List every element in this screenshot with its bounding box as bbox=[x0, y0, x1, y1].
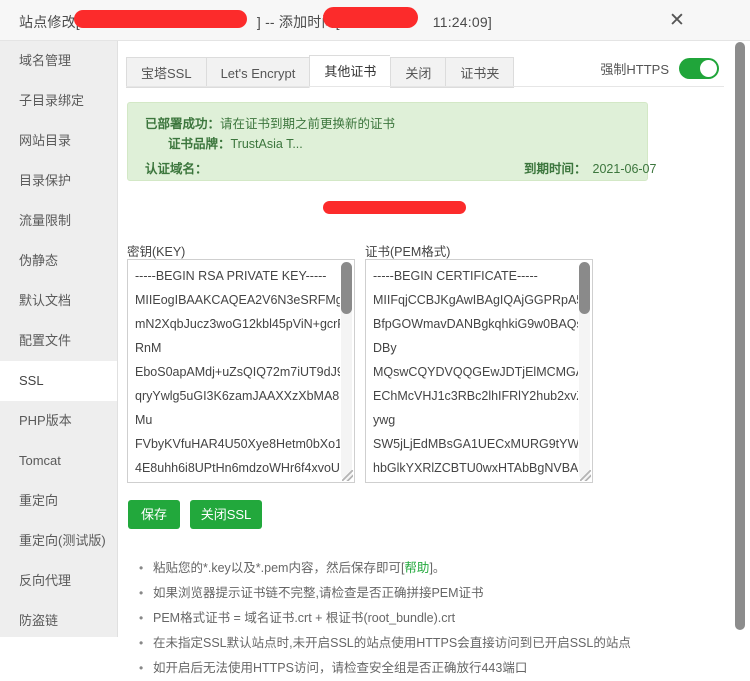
sidebar-item-sitedir[interactable]: 网站目录 bbox=[0, 121, 117, 161]
list-item: PEM格式证书 = 域名证书.crt + 根证书(root_bundle).cr… bbox=[139, 606, 743, 631]
scrollbar-thumb[interactable] bbox=[735, 42, 745, 630]
tabs-underline bbox=[126, 86, 724, 87]
ssl-tabstrip: 宝塔SSL Let's Encrypt 其他证书 关闭 证书夹 bbox=[126, 55, 515, 88]
close-ssl-button[interactable]: 关闭SSL bbox=[190, 500, 262, 529]
sidebar-item-subdir[interactable]: 子目录绑定 bbox=[0, 81, 117, 121]
sidebar-item-traffic-limit[interactable]: 流量限制 bbox=[0, 201, 117, 241]
key-textarea-value: -----BEGIN RSA PRIVATE KEY----- MIIEogIB… bbox=[135, 269, 340, 475]
tab-bt-ssl[interactable]: 宝塔SSL bbox=[126, 57, 206, 88]
sidebar-item-ssl[interactable]: SSL bbox=[0, 361, 117, 401]
tab-cert-folder[interactable]: 证书夹 bbox=[445, 57, 515, 88]
tabs-row: 宝塔SSL Let's Encrypt 其他证书 关闭 证书夹 强制HTTPS bbox=[119, 55, 731, 89]
resize-handle-icon[interactable] bbox=[580, 470, 591, 481]
pem-field-label: 证书(PEM格式) bbox=[365, 245, 451, 259]
save-button[interactable]: 保存 bbox=[128, 500, 180, 529]
force-https-label: 强制HTTPS bbox=[600, 62, 669, 77]
force-https-toggle[interactable] bbox=[679, 58, 719, 79]
tab-close[interactable]: 关闭 bbox=[390, 57, 446, 88]
alert-status-text: 请在证书到期之前更换新的证书 bbox=[220, 117, 396, 131]
help-text: 粘贴您的*.key以及*.pem内容，然后保存即可[ bbox=[153, 561, 405, 575]
pem-textarea-value: -----BEGIN CERTIFICATE----- MIIFqjCCBJKg… bbox=[373, 269, 578, 475]
help-text: 如果浏览器提示证书链不完整,请检查是否正确拼接PEM证书 bbox=[153, 586, 484, 600]
key-textarea-scrollbar[interactable] bbox=[341, 262, 352, 480]
main-panel: 宝塔SSL Let's Encrypt 其他证书 关闭 证书夹 强制HTTPS … bbox=[119, 41, 731, 681]
alert-status-label: 已部署成功： bbox=[145, 117, 221, 131]
help-text: 在未指定SSL默认站点时,未开启SSL的站点使用HTTPS会直接访问到已开启SS… bbox=[153, 636, 631, 650]
help-link[interactable]: 帮助 bbox=[404, 561, 429, 575]
tab-lets-encrypt[interactable]: Let's Encrypt bbox=[205, 57, 310, 88]
window-title-prefix: 站点修改[ bbox=[19, 14, 80, 30]
sidebar-item-config-file[interactable]: 配置文件 bbox=[0, 321, 117, 361]
window-title-time: 11:24:09] bbox=[432, 14, 492, 30]
alert-brand-value: TrustAsia T... bbox=[230, 137, 303, 151]
sidebar-item-reverse-proxy[interactable]: 反向代理 bbox=[0, 561, 117, 601]
sidebar-item-domain[interactable]: 域名管理 bbox=[0, 41, 117, 81]
alert-status-line: 已部署成功：请在证书到期之前更换新的证书 bbox=[145, 113, 395, 132]
scrollbar-thumb[interactable] bbox=[341, 262, 352, 314]
toggle-knob bbox=[700, 60, 717, 77]
deploy-success-alert: 已部署成功：请在证书到期之前更换新的证书 证书品牌：TrustAsia T...… bbox=[127, 102, 656, 181]
help-text: PEM格式证书 = 域名证书.crt + 根证书(root_bundle).cr… bbox=[153, 611, 456, 625]
alert-brand-label: 证书品牌： bbox=[168, 137, 231, 151]
force-https-control: 强制HTTPS bbox=[600, 58, 719, 79]
list-item: 粘贴您的*.key以及*.pem内容，然后保存即可[帮助]。 bbox=[139, 556, 743, 581]
pem-textarea[interactable]: -----BEGIN CERTIFICATE----- MIIFqjCCBJKg… bbox=[365, 259, 593, 483]
redaction-mark-added-date bbox=[323, 7, 418, 28]
key-textarea[interactable]: -----BEGIN RSA PRIVATE KEY----- MIIEogIB… bbox=[127, 259, 355, 483]
alert-domain-label: 认证域名： bbox=[145, 162, 208, 176]
sidebar: 域名管理 子目录绑定 网站目录 目录保护 流量限制 伪静态 默认文档 配置文件 … bbox=[0, 41, 118, 637]
sidebar-item-redirect[interactable]: 重定向 bbox=[0, 481, 117, 521]
window-scrollbar[interactable] bbox=[735, 42, 745, 632]
pem-textarea-scrollbar[interactable] bbox=[579, 262, 590, 480]
sidebar-item-tomcat[interactable]: Tomcat bbox=[0, 441, 117, 481]
resize-handle-icon[interactable] bbox=[342, 470, 353, 481]
help-text: 如开启后无法使用HTTPS访问，请检查安全组是否正确放行443端口 bbox=[153, 661, 528, 675]
sidebar-item-default-doc[interactable]: 默认文档 bbox=[0, 281, 117, 321]
scrollbar-thumb[interactable] bbox=[579, 262, 590, 314]
alert-expire-value: 2021-06-07 bbox=[592, 162, 657, 176]
sidebar-item-redirect-beta[interactable]: 重定向(测试版) bbox=[0, 521, 117, 561]
tab-other-cert[interactable]: 其他证书 bbox=[309, 55, 391, 88]
alert-expire-label: 到期时间： bbox=[524, 162, 587, 176]
key-field-label: 密钥(KEY) bbox=[127, 245, 186, 259]
help-text-after: ]。 bbox=[429, 561, 446, 575]
redaction-mark-site-name bbox=[74, 10, 247, 28]
sidebar-item-dirprotect[interactable]: 目录保护 bbox=[0, 161, 117, 201]
sidebar-item-anti-leech[interactable]: 防盗链 bbox=[0, 601, 117, 641]
alert-expire-line: 到期时间： 2021-06-07 bbox=[524, 158, 656, 177]
list-item: 如开启后无法使用HTTPS访问，请检查安全组是否正确放行443端口 bbox=[139, 656, 743, 681]
window-titlebar: 站点修改[] -- 添加时间[11:24:09] ✕ bbox=[0, 0, 750, 41]
help-list: 粘贴您的*.key以及*.pem内容，然后保存即可[帮助]。 如果浏览器提示证书… bbox=[133, 556, 743, 681]
sidebar-item-rewrite[interactable]: 伪静态 bbox=[0, 241, 117, 281]
redaction-mark-cert-domain bbox=[323, 201, 466, 214]
sidebar-item-php-version[interactable]: PHP版本 bbox=[0, 401, 117, 441]
list-item: 如果浏览器提示证书链不完整,请检查是否正确拼接PEM证书 bbox=[139, 581, 743, 606]
close-icon[interactable]: ✕ bbox=[664, 8, 690, 34]
alert-brand-line: 证书品牌：TrustAsia T... bbox=[168, 133, 303, 152]
list-item: 在未指定SSL默认站点时,未开启SSL的站点使用HTTPS会直接访问到已开启SS… bbox=[139, 631, 743, 656]
